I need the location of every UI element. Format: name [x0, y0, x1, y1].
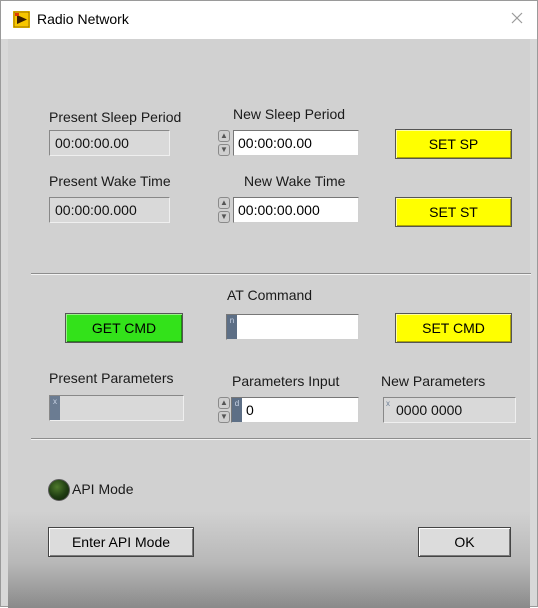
decrement-arrow-icon[interactable]: ▼	[218, 144, 230, 156]
sleep-period-spinner[interactable]: ▲ ▼	[218, 130, 230, 156]
present-wake-time-indicator: 00:00:00.000	[49, 197, 170, 223]
new-parameters-label: New Parameters	[381, 373, 486, 389]
present-wake-time-label: Present Wake Time	[49, 173, 171, 189]
new-parameters-value: 0000 0000	[396, 402, 463, 418]
wake-time-spinner[interactable]: ▲ ▼	[218, 197, 230, 223]
radio-network-window: Radio Network Present Sleep Period 00:00…	[0, 0, 538, 608]
at-command-input[interactable]: n	[226, 314, 359, 340]
labview-app-icon	[13, 11, 30, 28]
api-mode-led-indicator	[48, 479, 70, 501]
radix-indicator[interactable]: x	[384, 398, 392, 422]
parameters-input-value: 0	[246, 402, 254, 418]
parameters-input-field[interactable]: d 0	[231, 397, 359, 423]
increment-arrow-icon[interactable]: ▲	[218, 397, 230, 409]
new-parameters-indicator: x 0000 0000	[383, 397, 516, 423]
window-title: Radio Network	[37, 11, 129, 27]
ok-button[interactable]: OK	[418, 527, 511, 557]
section-divider	[31, 273, 531, 275]
title-bar: Radio Network	[1, 1, 537, 39]
new-sleep-period-label: New Sleep Period	[233, 106, 346, 122]
new-wake-time-input[interactable]	[233, 197, 359, 223]
increment-arrow-icon[interactable]: ▲	[218, 130, 230, 142]
present-sleep-period-indicator: 00:00:00.00	[49, 130, 170, 156]
increment-arrow-icon[interactable]: ▲	[218, 197, 230, 209]
present-sleep-period-label: Present Sleep Period	[49, 109, 182, 125]
radix-indicator[interactable]: d	[232, 398, 242, 422]
new-sleep-period-input[interactable]	[233, 130, 359, 156]
radix-indicator[interactable]: x	[50, 396, 60, 420]
api-mode-label: API Mode	[72, 481, 134, 497]
close-icon[interactable]	[509, 10, 525, 26]
decrement-arrow-icon[interactable]: ▼	[218, 411, 230, 423]
decrement-arrow-icon[interactable]: ▼	[218, 211, 230, 223]
set-sp-button[interactable]: SET SP	[395, 129, 512, 159]
present-parameters-label: Present Parameters	[49, 370, 174, 386]
get-cmd-button[interactable]: GET CMD	[65, 313, 183, 343]
new-wake-time-label: New Wake Time	[244, 173, 346, 189]
parameters-input-spinner[interactable]: ▲ ▼	[218, 397, 230, 423]
present-parameters-indicator: x	[49, 395, 184, 421]
section-divider	[31, 438, 531, 440]
set-st-button[interactable]: SET ST	[395, 197, 512, 227]
radix-indicator[interactable]: n	[227, 315, 237, 339]
at-command-label: AT Command	[227, 287, 313, 303]
parameters-input-label: Parameters Input	[232, 373, 340, 389]
set-cmd-button[interactable]: SET CMD	[395, 313, 512, 343]
enter-api-mode-button[interactable]: Enter API Mode	[48, 527, 194, 557]
front-panel: Present Sleep Period 00:00:00.00 New Sle…	[8, 39, 531, 608]
